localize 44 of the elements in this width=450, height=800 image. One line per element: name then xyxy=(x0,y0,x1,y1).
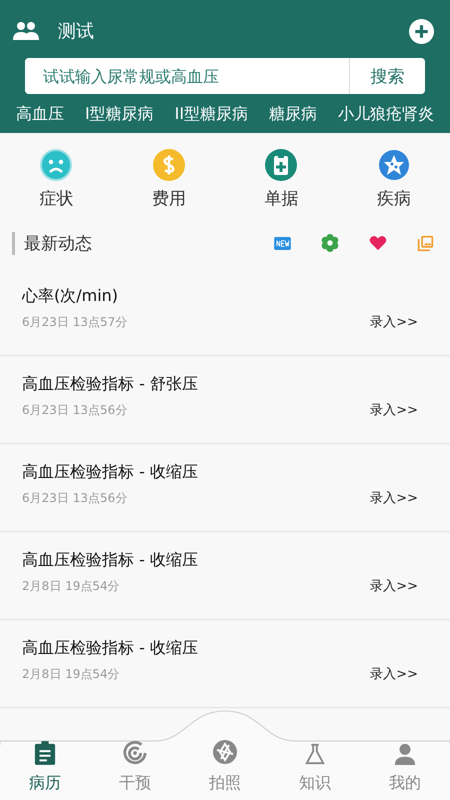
record-title: 心率(次/min) xyxy=(22,286,120,307)
target-icon xyxy=(123,741,147,765)
hot-tag-link[interactable]: 小儿狼疮肾炎 xyxy=(338,104,434,125)
record-date: 2月8日 19点54分 xyxy=(22,666,120,682)
header-title: 测试 xyxy=(58,20,95,43)
record-date: 6月23日 13点56分 xyxy=(22,402,128,418)
enter-link[interactable]: 录入>> xyxy=(370,401,418,419)
flask-icon xyxy=(304,743,326,765)
record-date: 2月8日 19点54分 xyxy=(22,578,120,594)
enter-link[interactable]: 录入>> xyxy=(370,313,418,331)
section-title: 最新动态 xyxy=(12,232,92,254)
category-button[interactable]: 疾病 xyxy=(354,149,434,210)
nav-tab[interactable]: 病历 xyxy=(0,741,90,794)
flower-icon[interactable] xyxy=(321,234,339,252)
heart-icon[interactable] xyxy=(369,235,387,251)
record-title: 高血压检验指标 - 舒张压 xyxy=(22,374,199,395)
nav-tab[interactable]: 知识 xyxy=(270,743,360,794)
search-field[interactable]: 试试输入尿常规或高血压 搜索 xyxy=(25,58,425,94)
search-button[interactable]: 搜索 xyxy=(349,58,425,94)
enter-link[interactable]: 录入>> xyxy=(370,665,418,683)
category-button[interactable]: 费用 xyxy=(128,149,209,210)
category-button[interactable]: 单据 xyxy=(241,149,322,210)
add-icon[interactable] xyxy=(409,18,434,44)
person-icon xyxy=(394,743,416,765)
hot-tag-link[interactable]: I型糖尿病 xyxy=(84,104,154,125)
nav-tab[interactable]: 干预 xyxy=(90,741,180,794)
hot-tag-link[interactable]: 糖尿病 xyxy=(269,104,318,125)
record-title: 高血压检验指标 - 收缩压 xyxy=(22,550,199,571)
record-title: 高血压检验指标 - 收缩压 xyxy=(22,638,199,659)
medical-clipboard-icon xyxy=(265,149,298,181)
nav-tab[interactable]: 拍照 xyxy=(180,739,270,794)
record-date: 6月23日 13点56分 xyxy=(22,490,128,506)
hot-tag-link[interactable]: 高血压 xyxy=(16,104,64,125)
hot-tag-link[interactable]: II型糖尿病 xyxy=(174,104,248,125)
category-button[interactable]: 症状 xyxy=(16,149,96,210)
sad-face-icon xyxy=(40,149,72,181)
dollar-coin-icon xyxy=(152,149,185,181)
new-badge-icon[interactable] xyxy=(274,236,291,250)
enter-link[interactable]: 录入>> xyxy=(370,577,418,595)
record-title: 高血压检验指标 - 收缩压 xyxy=(22,462,199,483)
record-date: 6月23日 13点57分 xyxy=(22,314,128,330)
users-icon[interactable] xyxy=(12,21,40,41)
enter-link[interactable]: 录入>> xyxy=(370,489,418,507)
nav-tab[interactable]: 我的 xyxy=(360,743,450,794)
